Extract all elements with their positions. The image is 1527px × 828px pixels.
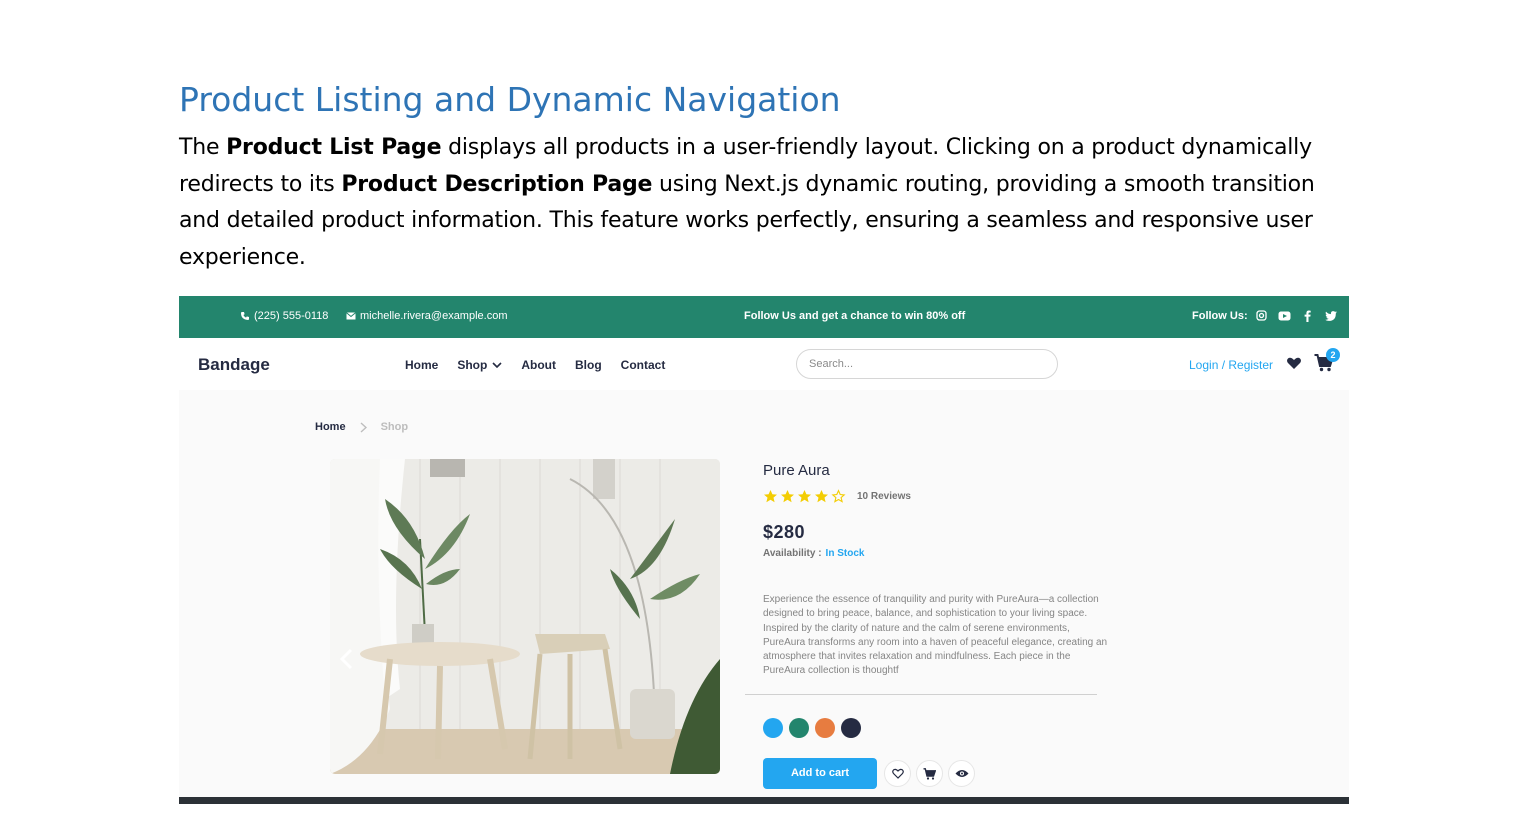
nav-contact[interactable]: Contact bbox=[621, 358, 666, 372]
heart-icon[interactable] bbox=[1286, 355, 1302, 371]
document-paragraph: The Product List Page displays all produ… bbox=[179, 130, 1359, 276]
document-heading: Product Listing and Dynamic Navigation bbox=[179, 80, 841, 119]
nav-shop[interactable]: Shop bbox=[457, 358, 502, 372]
product-price: $280 bbox=[763, 522, 806, 542]
top-bar: (225) 555-0118 michelle.rivera@example.c… bbox=[179, 296, 1349, 338]
quick-view-button[interactable] bbox=[948, 760, 975, 787]
paragraph-bold-text: Product Description Page bbox=[341, 171, 653, 197]
twitter-icon[interactable] bbox=[1324, 309, 1337, 322]
availability-label: Availability : bbox=[763, 548, 822, 559]
follow-label: Follow Us: bbox=[1192, 310, 1248, 322]
color-swatch-orange[interactable] bbox=[815, 718, 835, 738]
login-register-link[interactable]: Login / Register bbox=[1189, 358, 1273, 372]
youtube-icon[interactable] bbox=[1278, 309, 1291, 322]
quick-cart-button[interactable] bbox=[916, 760, 943, 787]
wishlist-button[interactable] bbox=[884, 760, 911, 787]
rating-stars bbox=[763, 489, 846, 504]
color-swatches bbox=[763, 718, 861, 738]
availability: Availability : In Stock bbox=[763, 548, 864, 559]
phone-number: (225) 555-0118 bbox=[254, 310, 329, 322]
mail-icon bbox=[346, 312, 356, 320]
main-nav: Home Shop About Blog Contact bbox=[405, 358, 665, 372]
promo-text: Follow Us and get a chance to win 80% of… bbox=[744, 310, 966, 322]
taskbar-strip bbox=[179, 797, 1349, 804]
nav-home[interactable]: Home bbox=[405, 358, 438, 372]
star-filled-icon bbox=[815, 490, 828, 503]
phone-icon bbox=[241, 312, 249, 320]
color-swatch-navy[interactable] bbox=[841, 718, 861, 738]
instagram-icon[interactable] bbox=[1255, 309, 1268, 322]
color-swatch-green[interactable] bbox=[789, 718, 809, 738]
star-filled-icon bbox=[764, 490, 777, 503]
review-count[interactable]: 10 Reviews bbox=[857, 491, 911, 502]
breadcrumb-current: Shop bbox=[380, 421, 409, 433]
paragraph-text: The bbox=[179, 135, 227, 160]
breadcrumb-home[interactable]: Home bbox=[315, 421, 346, 433]
star-filled-icon bbox=[781, 490, 794, 503]
heart-outline-icon bbox=[891, 768, 904, 779]
cart-count-badge: 2 bbox=[1326, 348, 1340, 362]
image-prev-arrow[interactable] bbox=[339, 646, 353, 677]
star-outline-icon bbox=[831, 489, 846, 503]
add-to-cart-button[interactable]: Add to cart bbox=[763, 758, 877, 789]
star-filled-icon bbox=[798, 490, 811, 503]
product-name: Pure Aura bbox=[763, 462, 830, 479]
facebook-icon[interactable] bbox=[1301, 309, 1314, 322]
brand-logo[interactable]: Bandage bbox=[198, 355, 270, 375]
eye-icon bbox=[955, 770, 968, 777]
product-image bbox=[330, 459, 720, 774]
nav-about[interactable]: About bbox=[521, 358, 556, 372]
chevron-left-icon bbox=[339, 648, 353, 670]
nav-blog[interactable]: Blog bbox=[575, 358, 602, 372]
nav-shop-label: Shop bbox=[457, 358, 488, 372]
divider bbox=[745, 694, 1097, 695]
availability-status: In Stock bbox=[825, 548, 865, 559]
color-swatch-blue[interactable] bbox=[763, 718, 783, 738]
email-contact[interactable]: michelle.rivera@example.com bbox=[346, 310, 508, 322]
chevron-down-icon bbox=[492, 362, 502, 368]
cart-icon bbox=[923, 767, 936, 780]
embedded-screenshot: (225) 555-0118 michelle.rivera@example.c… bbox=[179, 296, 1349, 804]
email-address: michelle.rivera@example.com bbox=[360, 310, 508, 322]
phone-contact[interactable]: (225) 555-0118 bbox=[240, 310, 328, 322]
navbar: Bandage Home Shop About Blog Contact Sea… bbox=[179, 338, 1349, 390]
paragraph-bold-text: Product List Page bbox=[226, 135, 442, 160]
chevron-right-icon bbox=[360, 421, 367, 433]
breadcrumb: Home Shop bbox=[315, 421, 408, 433]
social-links bbox=[1255, 309, 1337, 322]
search-input[interactable]: Search... bbox=[796, 349, 1058, 379]
product-description: Experience the essence of tranquility an… bbox=[763, 594, 1108, 677]
